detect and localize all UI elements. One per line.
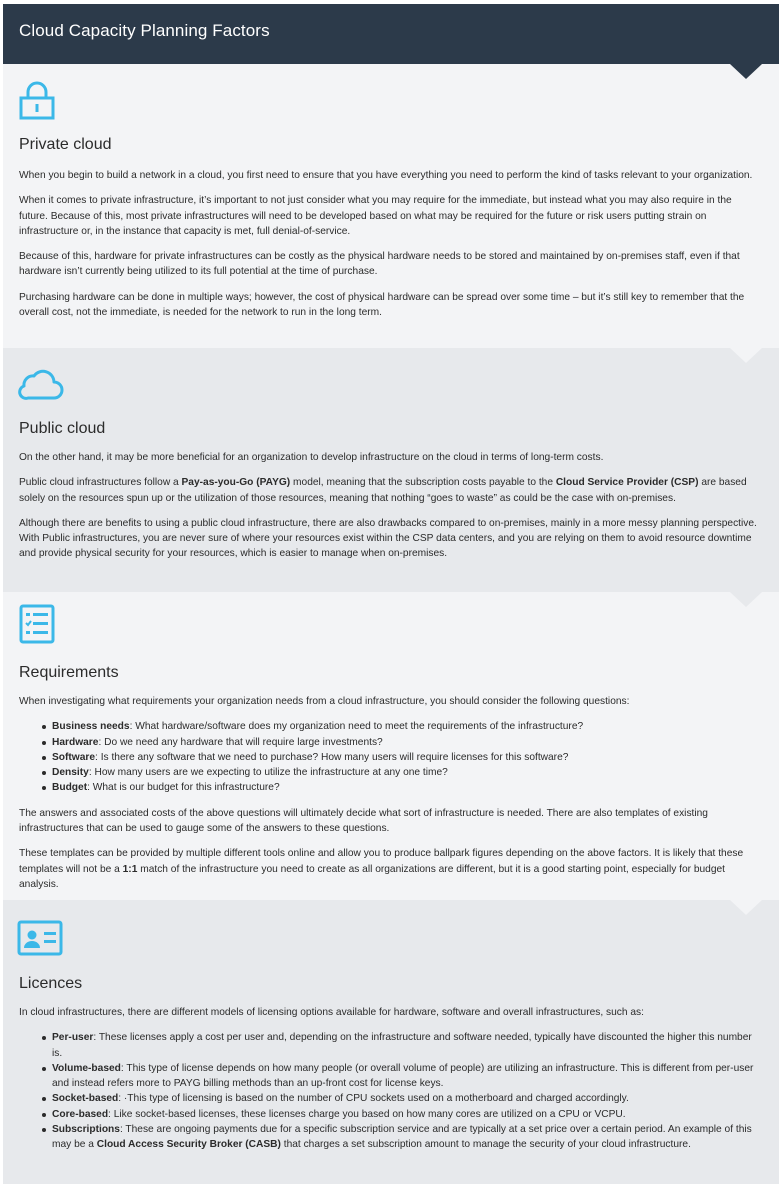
item-term: Budget bbox=[52, 782, 88, 794]
section-private-cloud: Private cloud When you begin to build a … bbox=[3, 64, 779, 348]
section-body: In cloud infrastructures, there are diff… bbox=[19, 1005, 763, 1163]
requirements-list: Business needs: What hardware/software d… bbox=[19, 719, 763, 795]
section-title: Requirements bbox=[19, 664, 119, 681]
paragraph: Purchasing hardware can be done in multi… bbox=[19, 291, 745, 319]
item-term: Subscriptions bbox=[52, 1124, 120, 1136]
page-header: Cloud Capacity Planning Factors bbox=[3, 4, 779, 64]
page-frame: Private cloud When you begin to build a … bbox=[3, 4, 779, 1184]
paragraph: Because of this, hardware for private in… bbox=[19, 251, 740, 278]
lock-icon bbox=[19, 81, 55, 120]
item-term: Socket-based bbox=[52, 1093, 119, 1105]
list-item: Business needs: What hardware/software d… bbox=[19, 719, 763, 734]
list-item: Subscriptions: These are ongoing payment… bbox=[19, 1122, 763, 1153]
item-term: Business needs bbox=[52, 721, 130, 733]
list-item: Per-user: These licenses apply a cost pe… bbox=[19, 1030, 763, 1061]
item-text: : This type of license depends on how ma… bbox=[52, 1062, 754, 1090]
paragraph: In cloud infrastructures, there are diff… bbox=[19, 1007, 644, 1018]
section-body: On the other hand, it may be more benefi… bbox=[19, 450, 763, 572]
page-title: Cloud Capacity Planning Factors bbox=[19, 21, 270, 40]
section-notch bbox=[730, 900, 762, 915]
list-item: Density: How many users are we expecting… bbox=[19, 765, 763, 780]
section-notch bbox=[730, 592, 762, 607]
item-text: : These licenses apply a cost per user a… bbox=[52, 1032, 752, 1059]
item-term: Volume-based bbox=[52, 1062, 121, 1074]
section-title: Public cloud bbox=[19, 420, 106, 437]
paragraph: On the other hand, it may be more benefi… bbox=[19, 452, 604, 463]
list-item: Budget: What is our budget for this infr… bbox=[19, 780, 763, 795]
list-item: Socket-based: ·This type of licensing is… bbox=[19, 1091, 763, 1106]
list-item: Volume-based: This type of license depen… bbox=[19, 1061, 763, 1092]
section-title: Private cloud bbox=[19, 136, 112, 153]
list-item: Hardware: Do we need any hardware that w… bbox=[19, 735, 763, 750]
text: Public cloud infrastructures follow a bbox=[19, 477, 182, 489]
section-body: When investigating what requirements you… bbox=[19, 694, 763, 902]
checklist-icon bbox=[19, 604, 55, 644]
item-text: : Is there any software that we need to … bbox=[95, 751, 569, 763]
section-requirements: Requirements When investigating what req… bbox=[3, 592, 779, 900]
paragraph: Public cloud infrastructures follow a Pa… bbox=[19, 475, 763, 506]
id-card-icon bbox=[17, 920, 63, 956]
term-ratio: 1:1 bbox=[122, 863, 138, 875]
item-text: that charges a set subscription amount t… bbox=[280, 1139, 691, 1151]
list-item: Software: Is there any software that we … bbox=[19, 750, 763, 765]
item-term: Core-based bbox=[52, 1108, 109, 1120]
term-csp: Cloud Service Provider (CSP) bbox=[555, 477, 699, 489]
paragraph: When you begin to build a network in a c… bbox=[19, 170, 753, 181]
paragraph: Although there are benefits to using a p… bbox=[19, 517, 757, 560]
term-casb: Cloud Access Security Broker (CASB) bbox=[96, 1139, 281, 1151]
section-licences: Licences In cloud infrastructures, there… bbox=[3, 900, 779, 1184]
licences-list: Per-user: These licenses apply a cost pe… bbox=[19, 1030, 763, 1152]
item-term: Software bbox=[52, 751, 96, 763]
item-text: : ·This type of licensing is based on th… bbox=[118, 1093, 629, 1105]
header-notch bbox=[730, 64, 762, 79]
item-term: Hardware bbox=[52, 736, 99, 748]
item-term: Density bbox=[52, 767, 89, 779]
item-text: : Like socket-based licenses, these lice… bbox=[108, 1108, 626, 1120]
section-body: When you begin to build a network in a c… bbox=[19, 168, 763, 330]
term-payg: Pay-as-you-Go (PAYG) bbox=[181, 477, 291, 489]
item-term: Per-user bbox=[52, 1032, 94, 1044]
item-text: : What hardware/software does my organiz… bbox=[129, 721, 584, 733]
section-title: Licences bbox=[19, 975, 83, 992]
list-item: Core-based: Like socket-based licenses, … bbox=[19, 1107, 763, 1122]
paragraph: These templates can be provided by multi… bbox=[19, 846, 763, 892]
cloud-icon bbox=[18, 369, 64, 400]
paragraph: The answers and associated costs of the … bbox=[19, 807, 708, 835]
paragraph: When it comes to private infrastructure,… bbox=[19, 195, 732, 237]
section-notch bbox=[730, 348, 762, 363]
item-text: : Do we need any hardware that will requ… bbox=[98, 736, 383, 748]
item-text: : What is our budget for this infrastruc… bbox=[87, 782, 280, 794]
section-public-cloud: Public cloud On the other hand, it may b… bbox=[3, 348, 779, 592]
item-text: : How many users are we expecting to uti… bbox=[88, 767, 448, 779]
text: model, meaning that the subscription cos… bbox=[290, 477, 556, 489]
paragraph: When investigating what requirements you… bbox=[19, 696, 630, 707]
